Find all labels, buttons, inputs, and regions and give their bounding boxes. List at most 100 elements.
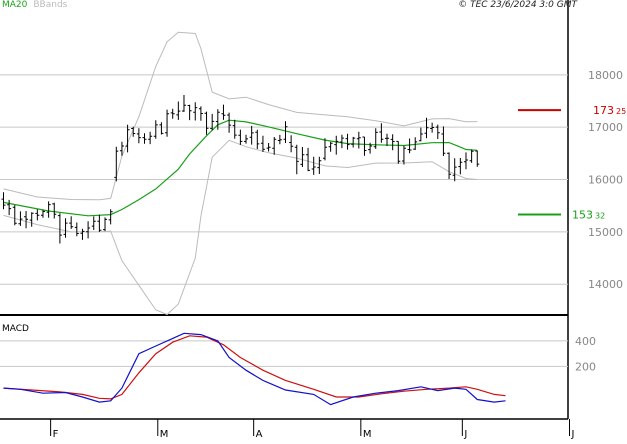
ohlc-bar: [300, 147, 305, 167]
x-tick-label: J: [571, 429, 575, 440]
ohlc-bar: [74, 222, 79, 237]
macd-y-tick-label: 200: [575, 360, 596, 373]
ohlc-bar: [97, 214, 102, 232]
ohlc-bar: [69, 216, 74, 229]
ohlc-bar: [328, 141, 333, 152]
ohlc-bar: [283, 121, 288, 143]
ohlc-bar: [401, 145, 406, 165]
ohlc-bar: [91, 216, 96, 230]
ohlc-bar: [198, 106, 203, 121]
indicator-legend: MA20 BBands: [2, 0, 67, 11]
ohlc-bar: [86, 221, 91, 239]
ohlc-bar: [356, 131, 361, 149]
ohlc-bar: [80, 228, 85, 240]
ohlc-bar: [255, 129, 260, 149]
ohlc-bar: [24, 211, 29, 229]
ohlc-bar: [418, 127, 423, 142]
ohlc-bar: [29, 212, 34, 227]
ohlc-bar: [181, 95, 186, 112]
bbands-legend: BBands: [33, 0, 68, 10]
ohlc-bar: [458, 158, 463, 175]
ohlc-bar: [103, 217, 108, 232]
price-y-tick-label: 14000: [588, 278, 623, 291]
ohlc-bar: [57, 213, 62, 244]
ohlc-bar: [317, 156, 322, 174]
ohlc-bar: [260, 135, 265, 152]
ohlc-bar: [1, 192, 6, 210]
bband-upper-line: [3, 31, 478, 201]
ohlc-bar: [204, 111, 209, 135]
ohlc-bar: [210, 113, 215, 131]
x-tick-label: A: [256, 429, 263, 440]
ohlc-bar: [385, 133, 390, 146]
price-y-tick-label: 16000: [588, 174, 623, 187]
ohlc-bar: [46, 201, 51, 218]
ohlc-bar: [12, 205, 17, 226]
ohlc-bar: [187, 104, 192, 121]
ohlc-bar: [334, 135, 339, 155]
ohlc-bar: [244, 134, 249, 144]
ohlc-bar: [294, 144, 299, 175]
x-tick-label: M: [160, 429, 169, 440]
ohlc-bar: [345, 133, 350, 150]
ohlc-bar: [452, 158, 457, 182]
ohlc-bar: [362, 136, 367, 156]
ohlc-bar: [322, 138, 327, 161]
ohlc-bar: [35, 209, 40, 221]
ohlc-bar: [379, 123, 384, 143]
ohlc-bar: [311, 156, 316, 175]
ohlc-bar: [7, 199, 12, 216]
ohlc-bar: [475, 150, 480, 167]
ohlc-bar: [249, 125, 254, 145]
ohlc-bar: [108, 209, 113, 225]
ohlc-bar: [306, 147, 311, 172]
chart-svg: 18000 17000 16000 15000 14000 173 25 153 32 400 20…: [0, 0, 626, 440]
ohlc-bar: [131, 126, 136, 137]
ohlc-bar: [165, 109, 170, 137]
ohlc-bar: [351, 136, 356, 148]
ohlc-bar: [407, 138, 412, 154]
ohlc-bar: [232, 119, 237, 139]
ohlc-bar: [447, 152, 452, 179]
copyright-label: © TEC 23/6/2024 3:0 GMT: [458, 0, 577, 10]
x-tick-label: M: [363, 429, 372, 440]
ohlc-bar: [18, 211, 23, 226]
ohlc-bar: [463, 152, 468, 170]
ma20-legend: MA20: [2, 0, 28, 10]
chart-root: MA20 BBands © TEC 23/6/2024 3:0 GMT 18000…: [0, 0, 627, 440]
ohlc-bar: [272, 137, 277, 155]
price-y-tick-label: 18000: [588, 69, 623, 82]
ohlc-bar: [289, 135, 294, 153]
bband-lower-line: [3, 139, 478, 316]
ohlc-bar: [170, 108, 175, 119]
price-y-tick-label: 15000: [588, 226, 623, 239]
support-label-fraction: 32: [595, 211, 605, 220]
ohlc-bar: [40, 209, 45, 218]
ohlc-bar: [114, 146, 119, 182]
ohlc-bar: [266, 143, 271, 152]
ohlc-bar: [277, 134, 282, 145]
ohlc-bar: [52, 202, 57, 219]
resistance-label: 173 25: [593, 104, 626, 117]
ohlc-bar: [136, 128, 141, 144]
x-tick-label: F: [53, 429, 59, 440]
ohlc-bar: [469, 149, 474, 163]
ohlc-bar: [193, 102, 198, 121]
support-label: 153 32: [572, 208, 605, 221]
ohlc-bar: [142, 133, 147, 144]
resistance-label-fraction: 25: [616, 107, 626, 116]
macd-title: MACD: [2, 324, 29, 334]
ohlc-bar: [238, 129, 243, 145]
ohlc-bar: [373, 128, 378, 149]
x-tick-label: J: [463, 429, 467, 440]
ohlc-bar: [339, 134, 344, 149]
ohlc-bar: [159, 122, 164, 135]
ohlc-bar: [153, 120, 158, 139]
ohlc-bar: [63, 218, 68, 238]
ohlc-bar: [227, 112, 232, 133]
ohlc-bar: [441, 126, 446, 156]
ohlc-bar: [148, 131, 153, 145]
ohlc-bar: [221, 104, 226, 120]
ohlc-bar: [176, 101, 181, 120]
price-y-tick-label: 17000: [588, 121, 623, 134]
